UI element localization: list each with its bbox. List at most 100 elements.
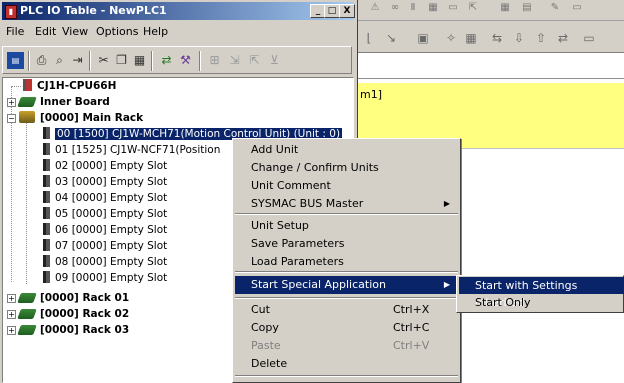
window-icon[interactable]: ▭ (446, 1, 460, 15)
tree-node-main-rack[interactable]: [0000] Main Rack (19, 110, 143, 126)
submenu-arrow-icon: ▶ (443, 280, 450, 289)
sync-icon[interactable]: ⇄ (554, 29, 572, 47)
shortcut-label: Ctrl+X (393, 303, 430, 316)
copy-icon[interactable]: ❐ (113, 52, 130, 69)
tree-node-rack-03[interactable]: [0000] Rack 03 (17, 322, 130, 338)
download-icon[interactable]: ⇩ (510, 29, 528, 47)
title-bar[interactable]: ▮ PLC IO Table - NewPLC1 _ □ X (2, 2, 355, 20)
compare-icon[interactable]: ⇆ (488, 29, 506, 47)
wrench-icon[interactable]: ⚒ (177, 52, 194, 69)
pin-icon[interactable]: ⇥ (69, 52, 86, 69)
slot-icon (43, 255, 50, 267)
collapse-button[interactable]: − (7, 114, 16, 123)
pause-icon[interactable]: Ⅱ (406, 1, 420, 15)
menu-item-copy[interactable]: Copy Ctrl+C (235, 319, 458, 337)
compare-icon[interactable]: ⊞ (206, 52, 223, 69)
shortcut-label: Ctrl+C (393, 321, 430, 334)
tree-node-slot-05[interactable]: 05 [0000] Empty Slot (43, 206, 167, 222)
maximize-button[interactable]: □ (324, 4, 340, 18)
expand-button[interactable]: + (7, 310, 16, 319)
tree-node-rack-01[interactable]: [0000] Rack 01 (17, 290, 130, 306)
shortcut-label: Ctrl+V (393, 339, 430, 352)
tree-node-slot-08[interactable]: 08 [0000] Empty Slot (43, 254, 167, 270)
slot-icon (43, 191, 50, 203)
menu-item-delete[interactable]: Delete (235, 355, 458, 373)
menu-item-load-parameters[interactable]: Load Parameters (235, 253, 458, 271)
menu-view[interactable]: View (62, 25, 88, 38)
menu-options[interactable]: Options (96, 25, 138, 38)
tree-node-label: Inner Board (40, 96, 110, 108)
submenu: Start with Settings Inherited Start Only (456, 275, 624, 313)
menu-edit[interactable]: Edit (35, 25, 56, 38)
menu-item-cut[interactable]: Cut Ctrl+X (235, 301, 458, 319)
menu-item-change-confirm-units[interactable]: Change / Confirm Units (235, 159, 458, 177)
screen-icon[interactable]: ▭ (580, 29, 598, 47)
section-text: m1] (360, 88, 383, 101)
divider (358, 78, 624, 79)
submenu-arrow-icon: ▶ (443, 199, 450, 208)
expand-button[interactable]: + (7, 294, 16, 303)
menu-item-sysmac-bus-master[interactable]: SYSMAC BUS Master ▶ (235, 195, 458, 213)
menu-separator (235, 297, 458, 299)
tree-node-label: [0000] Rack 01 (40, 292, 130, 304)
menu-item-add-unit[interactable]: Add Unit (235, 141, 458, 159)
slot-icon (43, 143, 50, 155)
table-icon[interactable]: ▤ (520, 1, 534, 15)
transfer-to-plc-icon[interactable]: ⇲ (226, 52, 243, 69)
tree-node-slot-01[interactable]: 01 [1525] CJ1W-NCF71(Position (43, 142, 220, 158)
tree-node-slot-09[interactable]: 09 [0000] Empty Slot (43, 270, 167, 286)
slot-icon (43, 239, 50, 251)
menu-item-label: Start Special Application (251, 278, 386, 291)
tree-node-slot-04[interactable]: 04 [0000] Empty Slot (43, 190, 167, 206)
transfer-from-plc-icon[interactable]: ⇱ (246, 52, 263, 69)
print-preview-icon[interactable]: ⌕ (51, 52, 68, 69)
menu-item-unit-setup[interactable]: Unit Setup (235, 217, 458, 235)
toolbar-separator (28, 51, 30, 71)
tree-node-slot-03[interactable]: 03 [0000] Empty Slot (43, 174, 167, 190)
menu-file[interactable]: File (6, 25, 24, 38)
line-icon[interactable]: ⌊ (360, 29, 378, 47)
tree-node-label: 09 [0000] Empty Slot (55, 272, 168, 284)
tree-node-slot-02[interactable]: 02 [0000] Empty Slot (43, 158, 167, 174)
tree-node-slot-06[interactable]: 06 [0000] Empty Slot (43, 222, 167, 238)
warning-icon[interactable]: ⚠ (368, 1, 382, 15)
menu-help[interactable]: Help (143, 25, 168, 38)
tree-node-inner-board[interactable]: Inner Board (17, 94, 110, 110)
close-button[interactable]: X (339, 4, 355, 18)
menu-item-unit-comment[interactable]: Unit Comment (235, 177, 458, 195)
print-icon[interactable]: ⎙ (33, 52, 50, 69)
tree-node-label: 04 [0000] Empty Slot (55, 192, 168, 204)
menu-item-start-only[interactable]: Start Only (459, 294, 624, 311)
upload-icon[interactable]: ⇧ (532, 29, 550, 47)
transfer-icon[interactable]: ⇄ (158, 52, 175, 69)
tool-icon[interactable]: ∞ (388, 1, 402, 15)
tree-node-rack-02[interactable]: [0000] Rack 02 (17, 306, 129, 322)
menu-item-save-parameters[interactable]: Save Parameters (235, 235, 458, 253)
arrow-icon[interactable]: ⇱ (466, 1, 480, 15)
expand-button[interactable]: + (7, 98, 16, 107)
menu-item-start-special-application[interactable]: Start Special Application ▶ (235, 276, 458, 294)
cpu-icon (23, 79, 32, 91)
tree-node-label: [0000] Rack 03 (40, 324, 130, 336)
tool-icon[interactable]: ✎ (548, 1, 562, 15)
menu-item-paste[interactable]: Paste Ctrl+V (235, 337, 458, 355)
cut-icon[interactable]: ✂ (95, 52, 112, 69)
window-icon[interactable]: ▭ (570, 1, 584, 15)
save-icon[interactable]: ▣ (414, 29, 432, 47)
calendar-icon[interactable]: ▦ (462, 29, 480, 47)
expand-button[interactable]: + (7, 326, 16, 335)
tree-node-slot-07[interactable]: 07 [0000] Empty Slot (43, 238, 167, 254)
tree-node-cpu[interactable]: CJ1H-CPU66H (23, 78, 116, 94)
verify-icon[interactable]: ⊻ (266, 52, 283, 69)
slot-icon (43, 271, 50, 283)
grid-icon[interactable]: ▦ (498, 1, 512, 15)
paste-icon[interactable]: ▦ (131, 52, 148, 69)
rack-icon (17, 309, 37, 319)
menu-item-label: SYSMAC BUS Master (251, 197, 364, 210)
grid-icon[interactable]: ▦ (426, 1, 440, 15)
menu-item-start-with-settings-inherited[interactable]: Start with Settings Inherited (459, 277, 624, 309)
arrow-icon[interactable]: ↘ (382, 29, 400, 47)
io-table-icon[interactable]: ▤ (7, 52, 24, 69)
tree-node-label: 05 [0000] Empty Slot (55, 208, 168, 220)
settings-icon[interactable]: ✧ (442, 29, 460, 47)
